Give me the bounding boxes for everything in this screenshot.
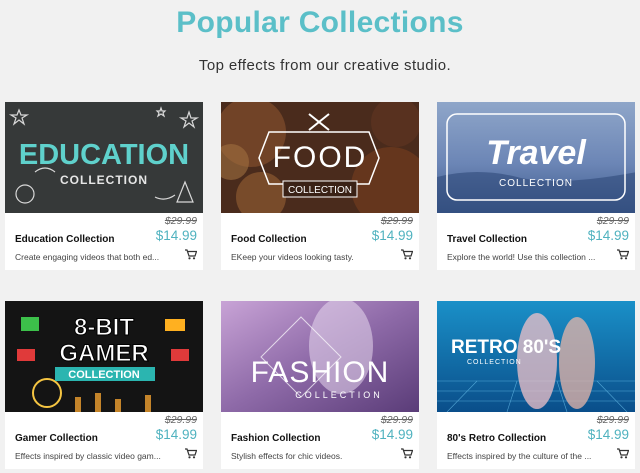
thumb-subtitle: COLLECTION bbox=[288, 185, 352, 196]
sale-price: $14.99 bbox=[587, 427, 629, 442]
page-title: Popular Collections bbox=[176, 6, 464, 39]
thumb-title-2: GAMER bbox=[59, 340, 148, 367]
shopping-cart-icon[interactable] bbox=[401, 448, 413, 459]
original-price: $29.99 bbox=[596, 215, 629, 227]
sale-price: $14.99 bbox=[587, 228, 629, 243]
shopping-cart-icon[interactable] bbox=[617, 249, 629, 260]
collection-description: Create engaging videos that both ed... bbox=[15, 252, 160, 262]
travel-thumbnail[interactable]: Travel COLLECTION bbox=[437, 102, 635, 213]
thumb-subtitle: COLLECTION bbox=[68, 369, 140, 381]
collection-description: Effects inspired by classic video gam... bbox=[15, 451, 161, 461]
page-subtitle: Top effects from our creative studio. bbox=[198, 57, 452, 74]
original-price: $29.99 bbox=[596, 414, 629, 426]
collection-card[interactable]: FASHION COLLECTION $29.99 $14.99 Fashion… bbox=[221, 301, 419, 469]
collection-card[interactable]: Travel COLLECTION $29.99 $14.99 Travel C… bbox=[437, 102, 635, 270]
thumb-title: FASHION bbox=[251, 356, 390, 389]
shopping-cart-icon[interactable] bbox=[185, 448, 197, 459]
collection-name[interactable]: Travel Collection bbox=[447, 234, 527, 245]
collection-name[interactable]: Education Collection bbox=[15, 234, 114, 245]
original-price: $29.99 bbox=[380, 414, 413, 426]
collection-name[interactable]: 80's Retro Collection bbox=[447, 433, 546, 444]
shopping-cart-icon[interactable] bbox=[617, 448, 629, 459]
thumb-title: EDUCATION bbox=[19, 139, 189, 171]
collection-description: EKeep your videos looking tasty. bbox=[231, 252, 354, 262]
collection-description: Effects inspired by the culture of the .… bbox=[447, 451, 592, 461]
fashion-thumbnail[interactable]: FASHION COLLECTION bbox=[221, 301, 419, 412]
sale-price: $14.99 bbox=[155, 427, 197, 442]
retro-thumbnail[interactable]: RETRO 80'S COLLECTION bbox=[437, 301, 635, 412]
original-price: $29.99 bbox=[380, 215, 413, 227]
thumb-title: Travel bbox=[486, 134, 587, 172]
thumb-title: 8-BIT bbox=[74, 314, 134, 341]
collection-name[interactable]: Gamer Collection bbox=[15, 433, 98, 444]
original-price: $29.99 bbox=[164, 215, 197, 227]
original-price: $29.99 bbox=[164, 414, 197, 426]
collection-name[interactable]: Fashion Collection bbox=[231, 433, 320, 444]
collection-name[interactable]: Food Collection bbox=[231, 234, 307, 245]
thumb-subtitle: COLLECTION bbox=[467, 359, 522, 366]
sale-price: $14.99 bbox=[371, 427, 413, 442]
collection-description: Explore the world! Use this collection .… bbox=[447, 252, 596, 262]
thumb-title: FOOD bbox=[273, 141, 368, 174]
collection-card[interactable]: 8-BIT GAMER COLLECTION $29.99 $14.99 Gam… bbox=[5, 301, 203, 469]
collection-card[interactable]: FOOD COLLECTION $29.99 $14.99 Food Colle… bbox=[221, 102, 419, 270]
thumb-subtitle: COLLECTION bbox=[60, 173, 148, 187]
shopping-cart-icon[interactable] bbox=[185, 249, 197, 260]
thumb-title: RETRO 80'S bbox=[451, 337, 561, 358]
sale-price: $14.99 bbox=[155, 228, 197, 243]
sale-price: $14.99 bbox=[371, 228, 413, 243]
collection-card[interactable]: EDUCATION COLLECTION $29.99 $14.99 Educa… bbox=[5, 102, 203, 270]
shopping-cart-icon[interactable] bbox=[401, 249, 413, 260]
thumb-subtitle: COLLECTION bbox=[499, 178, 573, 189]
food-thumbnail[interactable]: FOOD COLLECTION bbox=[221, 102, 419, 213]
education-thumbnail[interactable]: EDUCATION COLLECTION bbox=[5, 102, 203, 213]
gamer-thumbnail[interactable]: 8-BIT GAMER COLLECTION bbox=[5, 301, 203, 412]
thumb-subtitle: COLLECTION bbox=[295, 390, 383, 400]
collection-description: Stylish effects for chic videos. bbox=[231, 451, 343, 461]
collection-card[interactable]: RETRO 80'S COLLECTION $29.99 $14.99 80's… bbox=[437, 301, 635, 469]
